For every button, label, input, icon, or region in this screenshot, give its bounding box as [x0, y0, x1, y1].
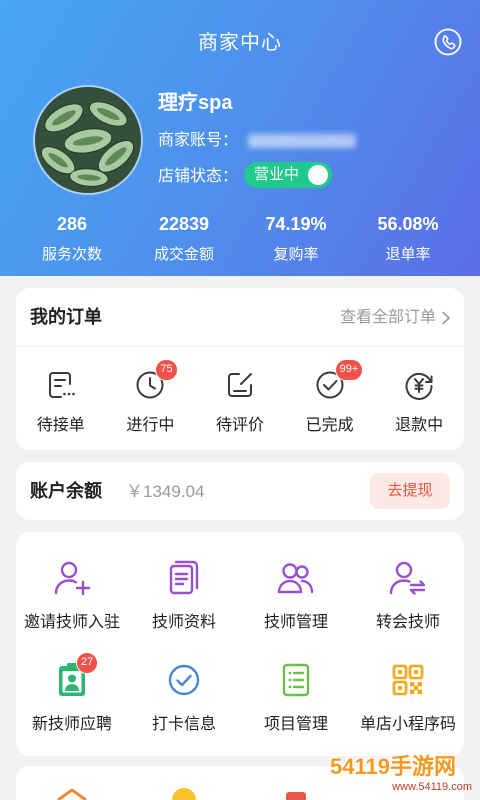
stat-label: 退单率	[385, 246, 431, 263]
document-icon	[169, 560, 199, 595]
order-item-label: 待评价	[215, 417, 264, 434]
store-status-label: 店铺状态：	[158, 168, 239, 185]
user-transfer-icon	[389, 561, 426, 595]
stat-repurchase-rate: 74.19% 复购率	[240, 211, 352, 271]
phone-icon[interactable]	[434, 28, 462, 56]
invite-technician[interactable]: 邀请技师入驻	[16, 558, 128, 648]
watermark-brand: 54119手游网	[330, 754, 456, 779]
stat-value: 56.08%	[377, 214, 439, 234]
watermark-url: www.54119.com	[392, 781, 472, 793]
services-row: 邀请技师入驻 技师资料 技师管理 转会技师	[16, 558, 464, 648]
box-icon[interactable]	[278, 788, 314, 800]
balance-amount: ￥1349.04	[126, 482, 205, 501]
account-label: 商家账号：	[158, 132, 239, 149]
in-progress-count-badge: 75	[155, 359, 178, 381]
order-to-review[interactable]: 待评价	[195, 369, 285, 439]
service-label: 技师管理	[263, 614, 328, 631]
merchant-header: 商家中心 理疗spa 商家账号： 店铺状态： 营业中 286 服务次数 2283…	[0, 0, 480, 276]
service-label: 技师资料	[151, 614, 216, 631]
circle-icon[interactable]	[166, 788, 202, 800]
user-plus-icon	[54, 561, 91, 596]
new-technician-applications[interactable]: 27 新技师应聘	[16, 652, 128, 750]
my-orders-card: 我的订单 查看全部订单 待接单 75 进行中 待评价 99+ 已完成 退款中	[16, 288, 464, 450]
order-item-label: 待接单	[36, 417, 85, 434]
completed-count-badge: 99+	[334, 359, 364, 381]
qr-code-icon	[392, 664, 424, 696]
my-orders-title: 我的订单	[30, 307, 102, 327]
technician-profiles[interactable]: 技师资料	[128, 558, 240, 648]
project-management[interactable]: 项目管理	[240, 660, 352, 750]
service-label: 转会技师	[375, 614, 440, 631]
merchant-name: 理疗spa	[158, 92, 233, 114]
applications-count-badge: 27	[76, 652, 99, 674]
technician-management[interactable]: 技师管理	[240, 558, 352, 648]
balance-title: 账户余额	[30, 481, 102, 501]
edit-icon	[227, 373, 252, 397]
watermark: 54119手游网 www.54119.com	[330, 754, 478, 798]
account-number-blurred	[248, 134, 356, 148]
order-item-label: 进行中	[126, 417, 175, 434]
stat-value: 74.19%	[265, 214, 327, 234]
yuan-refund-icon	[405, 372, 433, 400]
service-label: 新技师应聘	[31, 716, 112, 733]
stat-refund-rate: 56.08% 退单率	[352, 211, 464, 271]
clock-in-info[interactable]: 打卡信息	[128, 660, 240, 750]
stats-row: 286 服务次数 22839 成交金额 74.19% 复购率 56.08% 退单…	[16, 211, 464, 271]
service-label: 单店小程序码	[359, 716, 456, 733]
view-all-orders-link[interactable]: 查看全部订单	[340, 307, 436, 329]
avatar[interactable]	[33, 85, 143, 195]
stat-value: 22839	[158, 214, 210, 234]
service-label: 项目管理	[263, 716, 328, 733]
store-status-text: 营业中	[254, 166, 300, 183]
order-status-row: 待接单 75 进行中 待评价 99+ 已完成 退款中	[16, 359, 464, 439]
services-grid-card: 邀请技师入驻 技师资料 技师管理 转会技师 27 新技师应聘 打卡信息 项目管理…	[16, 532, 464, 756]
toggle-knob	[308, 165, 328, 185]
store-status-toggle[interactable]: 营业中	[244, 162, 332, 188]
transfer-technician[interactable]: 转会技师	[352, 558, 464, 648]
store-mini-program-code[interactable]: 单店小程序码	[352, 660, 464, 750]
chevron-right-icon[interactable]	[441, 311, 451, 325]
pending-order-icon	[48, 372, 75, 398]
order-pending[interactable]: 待接单	[16, 369, 106, 439]
services-row: 27 新技师应聘 打卡信息 项目管理 单店小程序码	[16, 652, 464, 750]
check-circle-icon	[168, 664, 200, 696]
balance-card: 账户余额 ￥1349.04 去提现	[16, 462, 464, 520]
order-in-progress[interactable]: 75 进行中	[106, 359, 196, 439]
stat-label: 复购率	[273, 246, 319, 263]
order-item-label: 退款中	[395, 417, 444, 434]
page-title: 商家中心	[198, 32, 282, 54]
house-icon[interactable]	[54, 788, 90, 800]
stat-value: 286	[56, 214, 88, 234]
service-label: 邀请技师入驻	[23, 614, 120, 631]
stat-transaction-amount: 22839 成交金额	[128, 211, 240, 271]
withdraw-button[interactable]: 去提现	[370, 473, 450, 509]
list-icon	[282, 663, 310, 697]
users-icon	[277, 563, 314, 594]
order-refunding[interactable]: 退款中	[374, 369, 464, 439]
order-completed[interactable]: 99+ 已完成	[285, 359, 375, 439]
stat-label: 成交金额	[153, 246, 214, 263]
stat-label: 服务次数	[41, 246, 102, 263]
service-label: 打卡信息	[151, 716, 216, 733]
stat-service-count: 286 服务次数	[16, 211, 128, 271]
order-item-label: 已完成	[305, 417, 354, 434]
divider	[16, 346, 464, 347]
